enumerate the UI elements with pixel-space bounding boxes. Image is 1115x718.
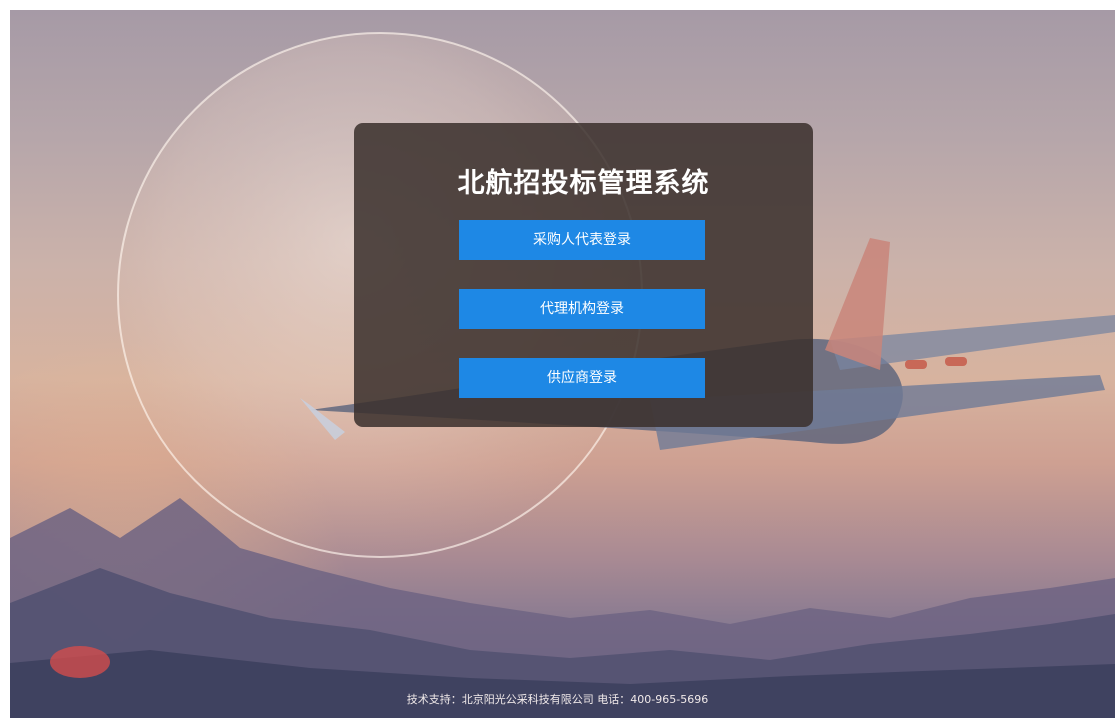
buyer-representative-login-button[interactable]: 采购人代表登录: [459, 220, 705, 260]
red-mark-illustration: [50, 646, 110, 678]
supplier-login-button[interactable]: 供应商登录: [459, 358, 705, 398]
login-panel: 北航招投标管理系统 采购人代表登录 代理机构登录 供应商登录: [354, 123, 813, 427]
footer-support-text: 技术支持：北京阳光公采科技有限公司 电话：400-965-5696: [406, 693, 709, 706]
page-title: 北航招投标管理系统: [457, 168, 710, 199]
agency-login-button[interactable]: 代理机构登录: [459, 289, 705, 329]
